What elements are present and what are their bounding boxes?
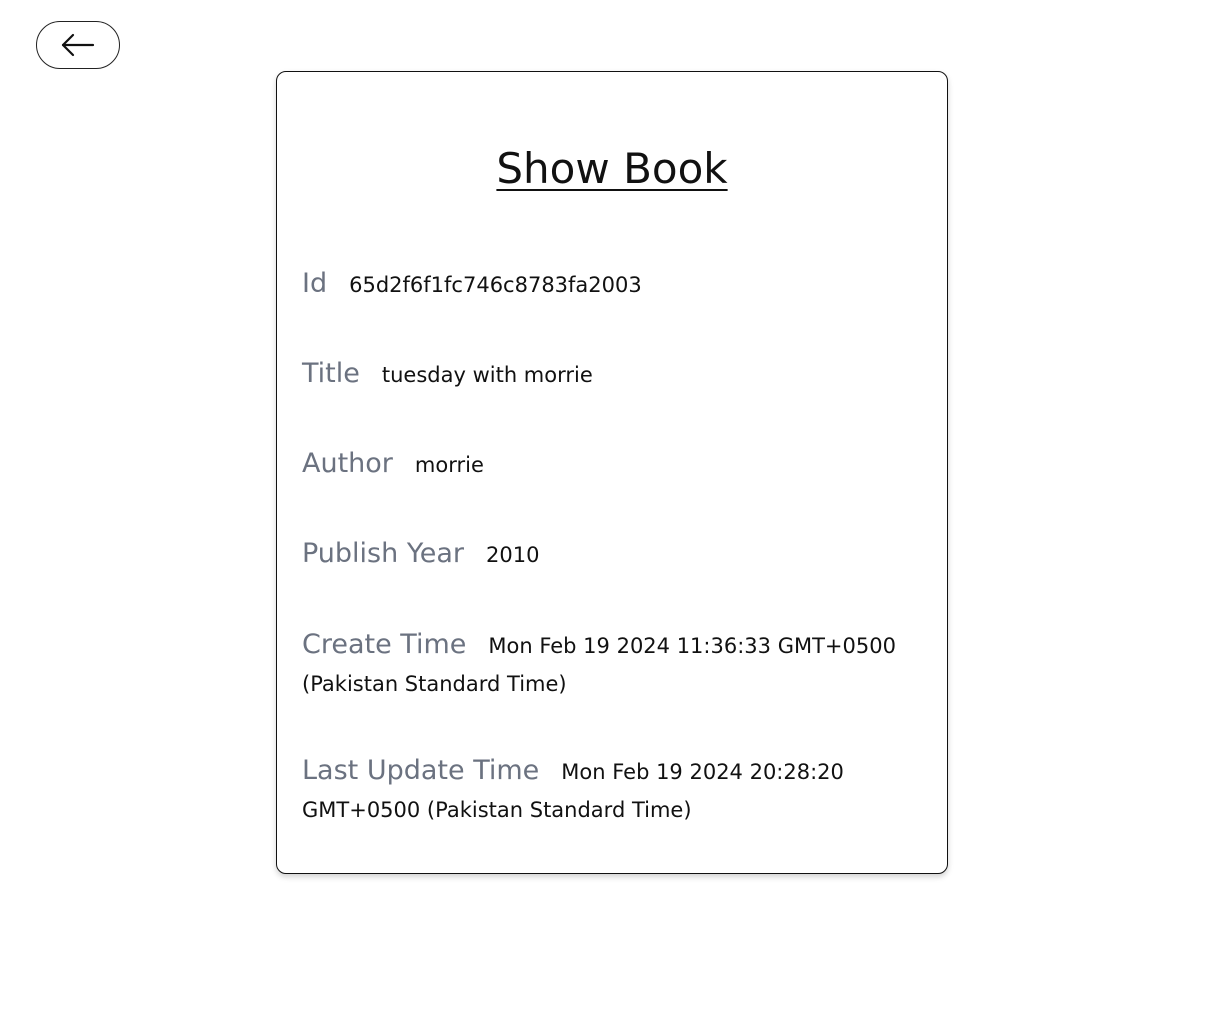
arrow-left-icon: [61, 33, 95, 57]
field-id: Id 65d2f6f1fc746c8783fa2003: [302, 268, 912, 299]
field-create-time: Create Time Mon Feb 19 2024 11:36:33 GMT+…: [302, 626, 912, 704]
field-value: 65d2f6f1fc746c8783fa2003: [349, 273, 642, 297]
field-label: Id: [302, 268, 328, 299]
page-title: Show Book: [277, 142, 947, 196]
page-title-text: Show Book: [496, 144, 728, 193]
field-label: Create Time: [302, 629, 467, 660]
field-value: morrie: [414, 453, 484, 477]
field-author: Author morrie: [302, 448, 912, 479]
field-label: Publish Year: [302, 538, 464, 569]
back-button[interactable]: [36, 21, 120, 69]
field-title: Title tuesday with morrie: [302, 358, 912, 389]
book-details-card: Show Book Id 65d2f6f1fc746c8783fa2003 Tit…: [276, 71, 948, 874]
field-label: Author: [302, 448, 393, 479]
field-label: Last Update Time: [302, 755, 540, 786]
page: Show Book Id 65d2f6f1fc746c8783fa2003 Tit…: [0, 0, 1215, 1035]
field-label: Title: [302, 358, 360, 389]
field-value: 2010: [486, 543, 540, 567]
field-last-update-time: Last Update Time Mon Feb 19 2024 20:28:20…: [302, 752, 912, 830]
field-value: tuesday with morrie: [381, 363, 593, 387]
field-publish-year: Publish Year 2010: [302, 538, 912, 569]
